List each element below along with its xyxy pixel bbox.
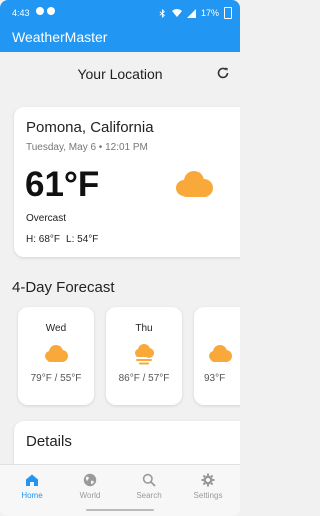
gear-icon xyxy=(201,473,215,487)
current-temperature: 61°F xyxy=(25,165,100,204)
bluetooth-icon xyxy=(159,8,165,18)
nav-search-label: Search xyxy=(136,491,162,500)
home-indicator xyxy=(86,509,154,511)
forecast-range: 86°F / 57°F xyxy=(118,373,170,384)
high-temp: H: 68°F xyxy=(26,234,61,245)
app-bar: WeatherMaster xyxy=(0,26,240,52)
forecast-day-card[interactable]: Thu 86°F / 57°F xyxy=(106,307,182,405)
status-bar: 4:43 17% xyxy=(0,0,240,26)
system-icons: 17% xyxy=(158,7,232,19)
globe-icon xyxy=(83,473,97,487)
cloud-icon xyxy=(45,345,68,362)
nav-home[interactable]: Home xyxy=(2,465,62,516)
refresh-icon[interactable] xyxy=(216,66,230,80)
nav-world-label: World xyxy=(79,491,101,500)
current-weather-card[interactable]: Pomona, California Tuesday, May 6 • 12:0… xyxy=(14,107,240,257)
forecast-title: 4-Day Forecast xyxy=(12,279,115,296)
low-temp: L: 54°F xyxy=(66,234,99,245)
cloud-icon xyxy=(176,171,213,197)
wifi-icon xyxy=(171,9,182,17)
cloud-fog-icon xyxy=(135,344,154,365)
app-frame: 4:43 17% WeatherMaster Your Location Pom… xyxy=(0,0,240,516)
details-title: Details xyxy=(26,433,72,450)
nav-settings[interactable]: Settings xyxy=(178,465,238,516)
app-title: WeatherMaster xyxy=(12,29,108,45)
current-date: Tuesday, May 6 • 12:01 PM xyxy=(26,142,148,153)
forecast-day: Thu xyxy=(135,323,153,334)
forecast-day-card[interactable]: Wed 79°F / 55°F xyxy=(18,307,94,405)
notification-icons xyxy=(36,7,55,15)
forecast-range: 93°F xyxy=(204,373,226,384)
forecast-day: Wed xyxy=(45,323,67,334)
status-time: 4:43 xyxy=(12,8,30,18)
signal-icon xyxy=(186,8,196,18)
nav-settings-label: Settings xyxy=(193,491,223,500)
city-name: Pomona, California xyxy=(26,119,154,136)
nav-home-label: Home xyxy=(21,491,43,500)
forecast-day-card[interactable]: 93°F xyxy=(194,307,240,405)
cloud-icon xyxy=(209,345,232,362)
notification-icon xyxy=(36,7,44,15)
search-icon xyxy=(142,473,156,487)
high-low: H: 68°F L: 54°F xyxy=(26,234,98,245)
battery-percent: 17% xyxy=(200,8,219,18)
home-icon xyxy=(26,474,38,486)
location-title: Your Location xyxy=(77,66,163,82)
forecast-range: 79°F / 55°F xyxy=(30,373,82,384)
notification-icon xyxy=(47,7,55,15)
current-condition: Overcast xyxy=(26,213,67,224)
battery-icon xyxy=(224,7,232,19)
